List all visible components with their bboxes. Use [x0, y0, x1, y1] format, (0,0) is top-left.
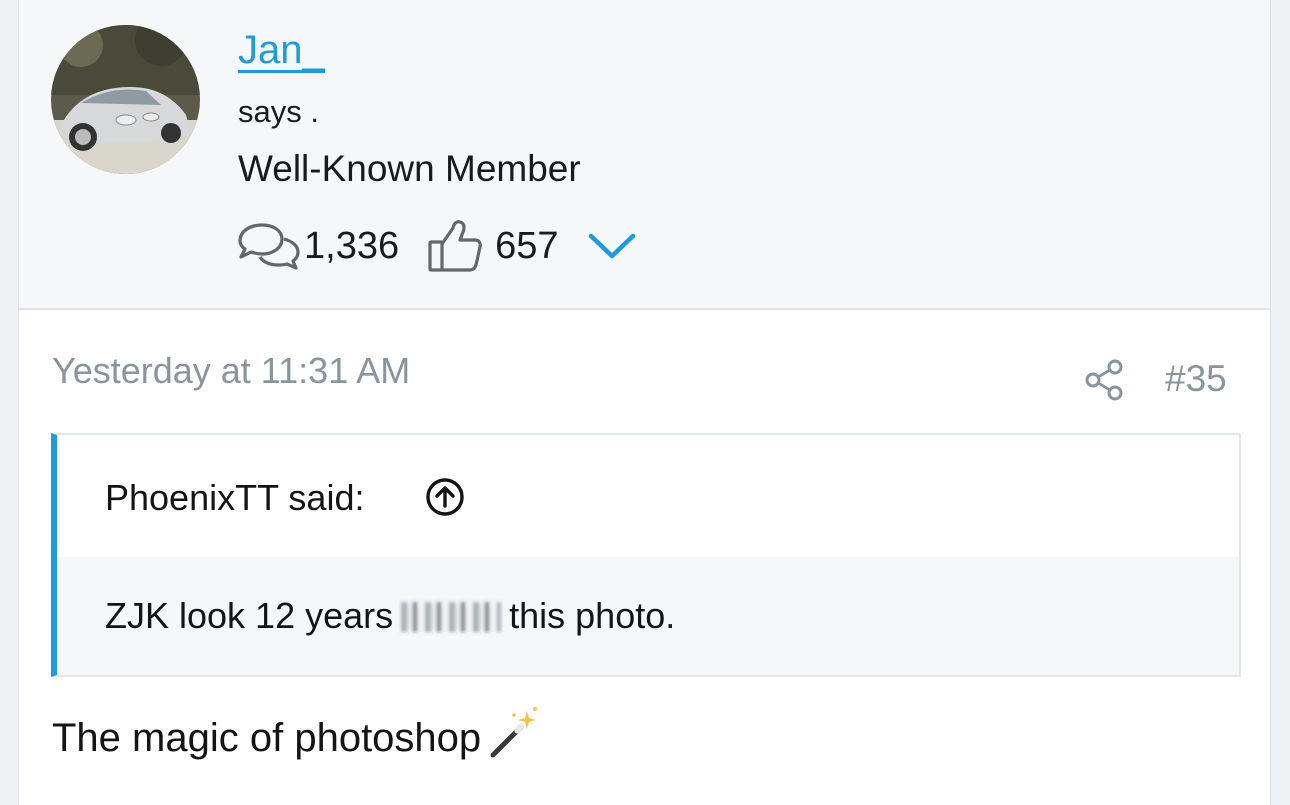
post-timestamp[interactable]: Yesterday at 11:31 AM: [52, 350, 410, 392]
messages-count: 1,336: [304, 224, 400, 267]
chat-bubbles-icon: [236, 216, 304, 276]
quote-block: PhoenixTT said: ZJK look 12 years this ph…: [51, 433, 1241, 677]
user-info-block: Jan_ says . Well-Known Member 1,336 657: [19, 0, 1270, 310]
thumbs-up-icon: [427, 216, 495, 276]
user-title: Well-Known Member: [238, 148, 581, 189]
quote-author[interactable]: PhoenixTT said:: [105, 477, 364, 519]
quote-text: ZJK look 12 years this photo.: [105, 595, 675, 637]
quote-header: PhoenixTT said:: [57, 435, 1239, 557]
magic-wand-icon: [487, 705, 541, 769]
forum-post: Jan_ says . Well-Known Member 1,336 657: [18, 0, 1271, 805]
arrow-up-circle-icon[interactable]: [425, 477, 465, 517]
chevron-down-icon[interactable]: [587, 216, 647, 276]
quote-content: ZJK look 12 years this photo.: [57, 557, 1239, 675]
quote-text-after: this photo.: [509, 595, 676, 636]
user-tagline: says .: [238, 94, 319, 129]
quote-text-before: ZJK look 12 years: [105, 595, 394, 636]
user-stats: 1,336 657: [236, 216, 647, 276]
obscured-text: [401, 602, 502, 632]
message-text: The magic of photoshop: [52, 716, 482, 760]
reactions-count: 657: [495, 224, 559, 267]
share-icon[interactable]: [1083, 358, 1127, 402]
avatar[interactable]: [51, 25, 200, 174]
username-link[interactable]: Jan_: [238, 30, 325, 73]
post-number[interactable]: #35: [1165, 358, 1227, 400]
post-message: The magic of photoshop: [52, 705, 541, 769]
